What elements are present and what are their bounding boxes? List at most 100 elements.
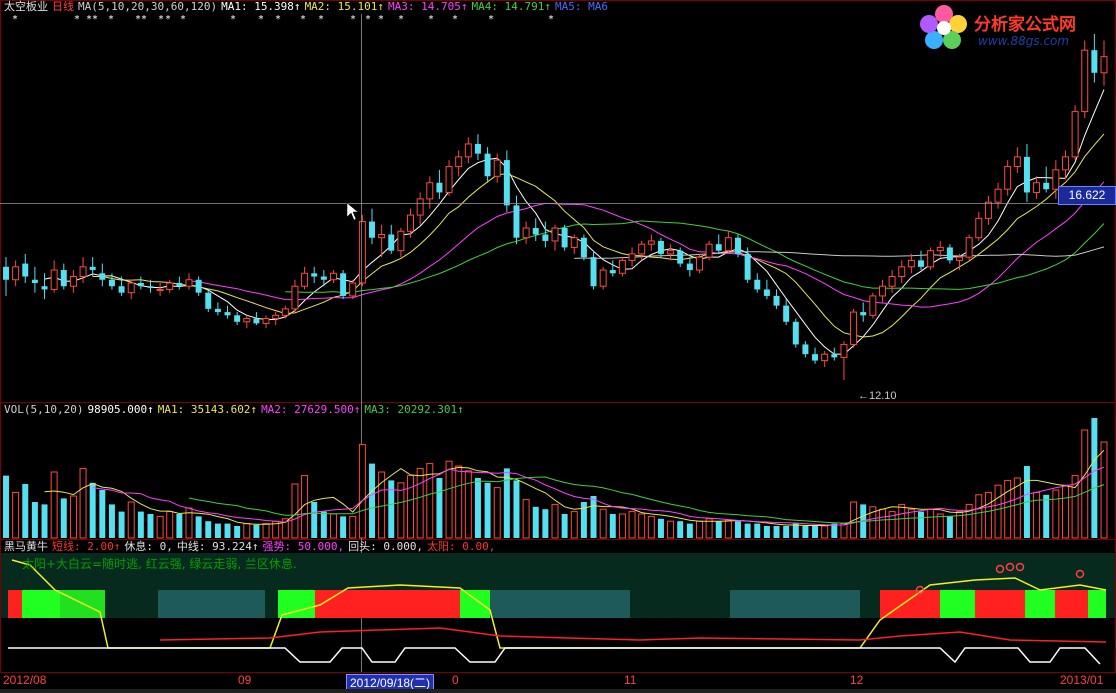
volume-bar [831,523,838,538]
candle-body [686,263,693,271]
volume-bar [50,471,58,539]
volume-bar [927,508,935,539]
candle-body [89,266,96,271]
candle-body [599,269,607,287]
volume-bar [984,491,992,539]
candle-body [609,270,616,274]
candle-body [436,182,443,193]
candle-body [358,221,366,284]
candle-body [1061,156,1069,171]
volume-bar [1081,429,1089,539]
event-marker-icon: * [258,14,264,25]
event-marker-icon: * [350,14,356,25]
event-marker-icon: * [74,14,80,25]
candle-body [445,166,453,193]
stock-name: 太空板业 [4,0,48,13]
candle-body [1023,156,1030,193]
candle-body [137,282,144,287]
volume-bar [137,511,144,538]
candle-body [513,205,520,238]
candle-body [1081,49,1089,113]
chart-canvas[interactable]: * * * * * * * * * * * * * * * * * * * * * * * [0,0,1116,693]
volume-bar [532,506,539,538]
volume-bar [638,513,646,539]
indicator-pullback: 回头: 0.000, [348,540,424,553]
candle-body [724,237,732,252]
volume-bar [647,515,655,539]
event-marker-icon: * [230,14,236,25]
candle-body [301,272,309,287]
volume-bar [22,484,29,538]
candle-body [831,354,838,358]
candle-body [1043,182,1050,190]
volume-bar [416,467,424,539]
vol-value: 98905.000↑ [87,403,154,416]
candle-body [927,250,935,268]
volume-bar [994,484,1002,539]
candle-body [79,266,87,278]
ma4-value: MA4: 14.791↑ [471,0,552,13]
candle-body [802,344,809,355]
event-marker-icon: * [158,14,164,25]
volume-bar [686,523,693,538]
candle-body [388,234,395,251]
candle-body [1033,182,1041,193]
event-marker-icon: * [108,14,114,25]
candle-body [551,227,559,242]
low-price-label: ←12.10 [858,390,897,402]
site-name: 分析家公式网 [974,15,1076,35]
bottom-tab-strip[interactable] [0,689,1116,693]
candle-body [127,282,135,294]
volume-bar [243,523,251,539]
candle-body [869,295,877,316]
candle-body [474,143,481,154]
volume-bar [234,526,241,538]
volume-bar [205,521,212,538]
candle-body [147,286,154,288]
volume-bar [253,524,260,538]
volume-bar [166,511,174,539]
indicator-cloud-block [1055,590,1088,618]
candle-body [369,221,375,238]
candle-body [715,244,722,251]
event-marker-icon: * [452,14,458,25]
candle-body [281,308,289,316]
candle-body [320,276,327,280]
candle-body [754,279,761,290]
candle-body [185,279,193,287]
volume-bar [224,523,231,538]
volume-bar [618,513,626,539]
chart-window[interactable]: * * * * * * * * * * * * * * * * * * * * * * * 太空板业 日线 MA(5,10,20… [0,0,1116,693]
event-marker-icon: * [141,14,147,25]
volume-bar [551,503,559,539]
candle-body [166,282,174,290]
volume-bar [369,463,375,538]
candle-body [773,295,780,306]
ma-line-5 [44,89,1105,355]
event-marker-icon: * [318,14,324,25]
candle-body [850,311,858,345]
volume-bar [445,460,453,539]
indicator-cloud-block [1025,590,1055,618]
volume-bar [388,480,395,538]
candle-body [416,198,424,216]
indicator-strong: 强势: 50.000, [262,540,345,553]
volume-bar [840,523,848,539]
volume-bar [195,516,202,538]
event-marker-icon: * [488,14,494,25]
flower-logo-icon [920,5,967,49]
event-marker-icon: * [180,14,186,25]
candle-body [426,182,434,200]
volume-bar [773,526,780,538]
candle-body [176,282,183,287]
volume-bar [821,525,829,539]
volume-bar [792,523,799,538]
indicator-cloud-block [940,590,975,618]
candle-body [975,217,983,239]
indicator-cloud-block [315,590,340,618]
candle-body [22,263,29,277]
candle-body [272,314,280,320]
volume-bar [936,513,944,539]
volume-bar [407,475,415,539]
candle-body [329,272,337,281]
